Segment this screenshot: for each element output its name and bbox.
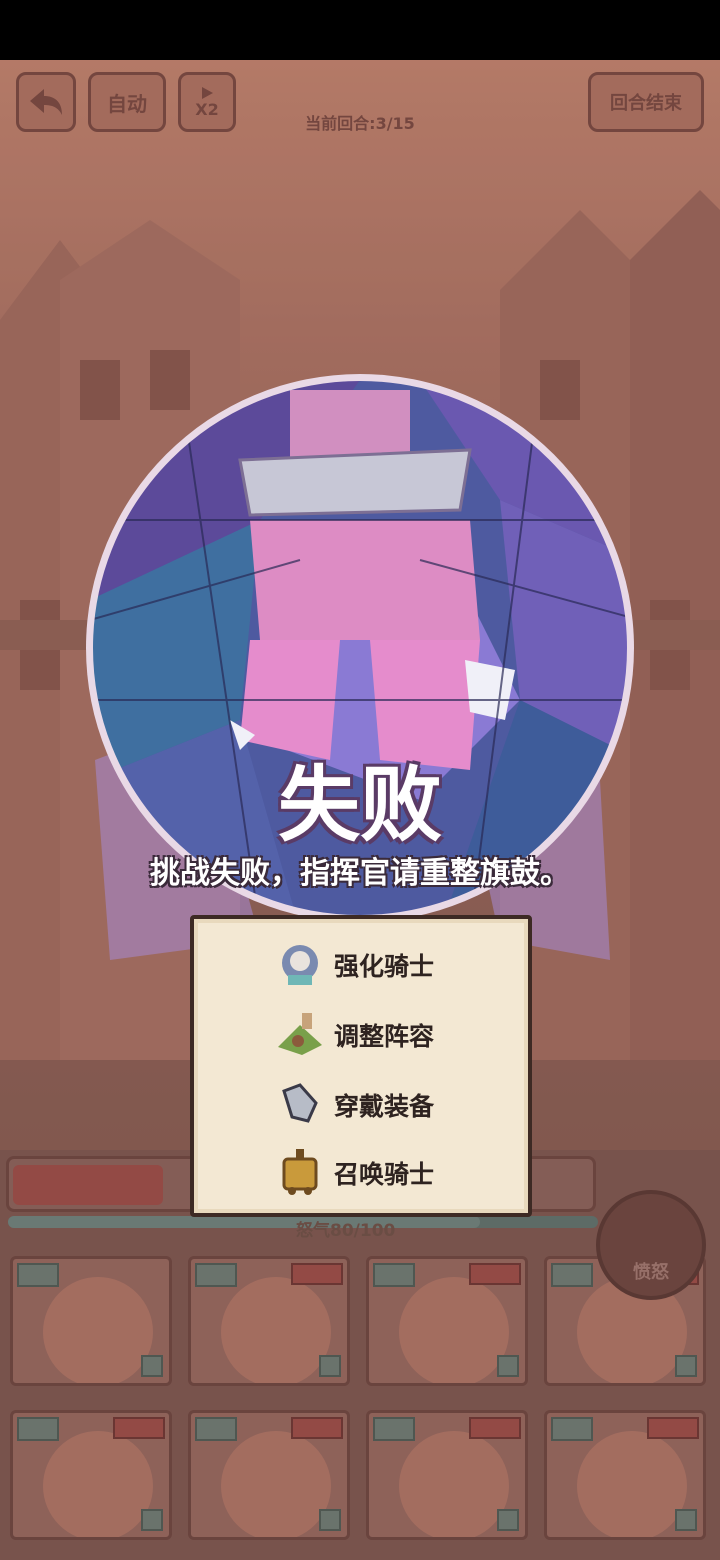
defeat-title: 失败	[277, 758, 442, 853]
golden-locomotive-icon	[282, 1149, 318, 1195]
tip-label: 召唤骑士	[334, 1160, 435, 1189]
tip-label: 强化骑士	[334, 952, 435, 981]
tip-summon-knight[interactable]: 召唤骑士	[194, 1145, 536, 1199]
tip-label: 调整阵容	[334, 1022, 435, 1051]
plant-creature-icon	[278, 1013, 322, 1055]
tip-enhance-knight[interactable]: 强化骑士	[194, 937, 536, 991]
armor-gauntlet-icon	[282, 1083, 318, 1123]
rage-value-text: 怒气80/100	[296, 1221, 396, 1241]
tip-adjust-lineup[interactable]: 调整阵容	[194, 1007, 536, 1061]
defeat-subtitle: 挑战失败，指挥官请重整旗鼓。	[150, 856, 570, 891]
tips-panel: 强化骑士 调整阵容 穿戴装备 召唤骑士	[190, 915, 532, 1217]
game-screen: 自动 X2 回合结束 当前回合:3/15 愤怒 失败 挑战失败，指挥官请重整旗鼓…	[0, 0, 720, 1560]
tip-label: 穿戴装备	[334, 1092, 435, 1121]
tip-equip-gear[interactable]: 穿戴装备	[194, 1077, 536, 1131]
knight-portrait-icon	[282, 945, 318, 985]
